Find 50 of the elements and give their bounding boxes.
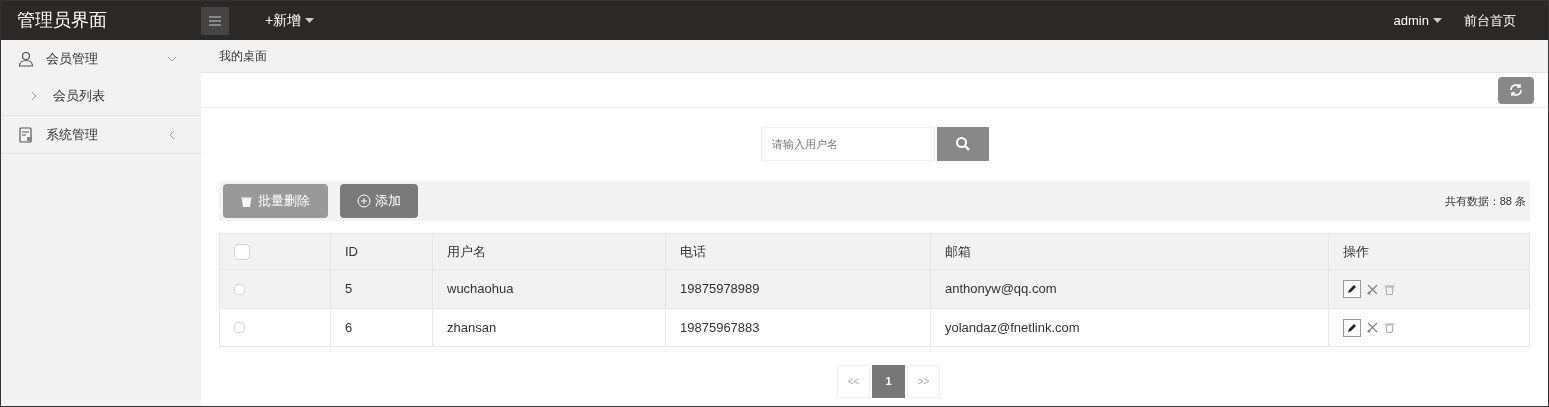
column-header: 邮箱 <box>945 242 971 261</box>
checkbox[interactable] <box>234 243 250 260</box>
table-cell-text: anthonyw@qq.com <box>945 280 1057 299</box>
sidebar-item[interactable]: 系统管理 <box>1 116 201 153</box>
user-menu[interactable]: admin <box>1393 10 1442 31</box>
checkbox[interactable] <box>234 322 245 333</box>
column-header: 电话 <box>680 242 706 261</box>
table-cell-text: 6 <box>345 318 353 337</box>
trash-icon[interactable] <box>1384 322 1395 333</box>
search-icon <box>954 136 971 152</box>
home-link[interactable]: 前台首页 <box>1464 10 1516 31</box>
caret-icon <box>1433 18 1442 23</box>
caret-icon <box>305 18 315 23</box>
chevron-left-icon <box>167 129 177 140</box>
column-header: 用户名 <box>447 242 486 261</box>
trash-icon <box>241 195 252 207</box>
edit-button[interactable] <box>1343 318 1361 337</box>
table-cell-text: yolandaz@fnetlink.com <box>945 318 1080 337</box>
sidebar-subitem[interactable]: 会员列表 <box>1 77 201 115</box>
trash-icon[interactable] <box>1384 283 1395 295</box>
table-cell-text: 5 <box>345 280 353 299</box>
search-button[interactable] <box>936 127 989 161</box>
menu-icon <box>209 15 221 26</box>
checkbox[interactable] <box>234 283 245 295</box>
add-menu[interactable]: +新增 <box>265 10 315 31</box>
refresh-icon <box>1509 83 1523 97</box>
page-button[interactable]: 1 <box>872 365 905 398</box>
edit-button[interactable] <box>1343 280 1361 298</box>
total-count: 共有数据：88 条 <box>1444 193 1526 209</box>
add-button[interactable]: 添加 <box>340 184 418 218</box>
pencil-icon <box>1347 322 1357 333</box>
sidebar-item[interactable]: 会员管理 <box>1 40 201 77</box>
tools-icon[interactable] <box>1367 283 1378 295</box>
column-header: ID <box>345 242 358 261</box>
tools-icon[interactable] <box>1367 322 1378 333</box>
document-icon <box>18 126 34 143</box>
user-icon <box>18 50 34 67</box>
table-cell-text: wuchaohua <box>447 280 514 299</box>
plus-circle-icon <box>357 194 371 208</box>
table-cell-text: 19875978989 <box>680 280 760 299</box>
menu-button[interactable] <box>201 6 229 35</box>
search-field[interactable]: 请输入用户名 <box>760 127 935 161</box>
column-header: 操作 <box>1343 242 1369 261</box>
app-title: 管理员界面 <box>16 9 108 32</box>
breadcrumb[interactable]: 我的桌面 <box>219 47 267 65</box>
chevron-right-icon <box>29 91 39 101</box>
table-cell-text: zhansan <box>447 318 497 337</box>
table-cell-text: 19875967883 <box>680 318 760 337</box>
pencil-icon <box>1347 284 1357 294</box>
refresh-button[interactable] <box>1498 76 1534 104</box>
